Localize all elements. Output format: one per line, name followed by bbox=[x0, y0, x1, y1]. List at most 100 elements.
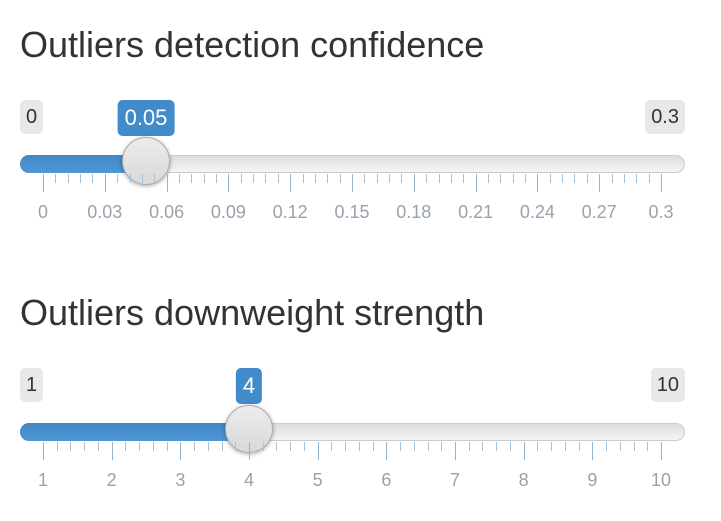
major-tick bbox=[455, 442, 456, 460]
tick-label: 0.18 bbox=[396, 202, 432, 222]
minor-tick bbox=[537, 442, 539, 451]
minor-tick bbox=[496, 442, 498, 451]
major-tick bbox=[249, 442, 250, 460]
minor-tick bbox=[265, 174, 267, 183]
tick-label: 4 bbox=[243, 470, 255, 490]
major-tick bbox=[661, 442, 662, 460]
major-tick bbox=[111, 442, 113, 460]
minor-tick bbox=[564, 442, 566, 451]
major-tick bbox=[180, 442, 182, 460]
minor-tick bbox=[400, 442, 402, 451]
minor-tick bbox=[401, 174, 403, 183]
minor-tick bbox=[574, 174, 576, 183]
minor-tick bbox=[303, 442, 305, 451]
minor-tick bbox=[551, 442, 553, 451]
minor-tick bbox=[413, 442, 415, 451]
minor-tick bbox=[55, 174, 57, 183]
minor-tick bbox=[606, 442, 608, 451]
minor-tick bbox=[427, 442, 429, 451]
minor-tick bbox=[331, 442, 333, 451]
minor-tick bbox=[203, 174, 205, 183]
major-tick bbox=[166, 174, 168, 192]
major-tick bbox=[661, 174, 662, 192]
minor-tick bbox=[276, 442, 278, 451]
minor-tick bbox=[611, 174, 613, 183]
major-tick bbox=[352, 174, 353, 192]
tick-label: 9 bbox=[587, 470, 598, 490]
minor-tick bbox=[339, 174, 341, 183]
major-tick bbox=[537, 174, 539, 192]
minor-tick bbox=[578, 442, 580, 451]
minor-tick bbox=[216, 174, 218, 183]
minor-tick bbox=[154, 174, 156, 183]
tick-label: 0.27 bbox=[581, 202, 617, 222]
minor-tick bbox=[647, 442, 649, 451]
major-tick bbox=[43, 442, 44, 460]
minor-tick bbox=[633, 442, 635, 451]
minor-tick bbox=[345, 442, 347, 451]
major-tick bbox=[43, 174, 44, 192]
slider-title: Outliers downweight strength bbox=[20, 292, 485, 333]
minor-tick bbox=[117, 174, 119, 183]
slider-min-label: 0 bbox=[20, 100, 44, 134]
major-tick bbox=[104, 174, 106, 192]
major-tick bbox=[523, 442, 525, 460]
minor-tick bbox=[141, 174, 143, 183]
tick-label: 7 bbox=[449, 470, 461, 490]
slider-value-label: 0.05 bbox=[117, 100, 175, 136]
major-tick bbox=[592, 442, 594, 460]
tick-label: 2 bbox=[106, 470, 117, 490]
minor-tick bbox=[253, 174, 255, 183]
tick-label: 0.21 bbox=[458, 202, 494, 222]
minor-tick bbox=[482, 442, 484, 451]
minor-tick bbox=[441, 442, 443, 451]
minor-tick bbox=[277, 174, 279, 183]
minor-tick bbox=[636, 174, 638, 183]
tick-label: 6 bbox=[381, 470, 392, 490]
major-tick bbox=[228, 174, 230, 192]
minor-tick bbox=[191, 174, 193, 183]
slider-min-label: 1 bbox=[20, 368, 44, 402]
minor-tick bbox=[207, 442, 209, 451]
tick-label: 1 bbox=[37, 470, 49, 490]
minor-tick bbox=[221, 442, 223, 451]
minor-tick bbox=[468, 442, 470, 451]
slider-max-label: 10 bbox=[650, 368, 685, 402]
tick-label: 0.03 bbox=[87, 202, 123, 222]
minor-tick bbox=[166, 442, 168, 451]
minor-tick bbox=[80, 174, 82, 183]
minor-tick bbox=[56, 442, 58, 451]
major-tick bbox=[475, 174, 477, 192]
minor-tick bbox=[389, 174, 391, 183]
minor-tick bbox=[240, 174, 242, 183]
minor-tick bbox=[290, 442, 292, 451]
minor-tick bbox=[364, 174, 366, 183]
minor-tick bbox=[235, 442, 237, 451]
slider-max-label: 0.3 bbox=[645, 100, 685, 134]
minor-tick bbox=[586, 174, 588, 183]
minor-tick bbox=[487, 174, 489, 183]
slider-value-label: 4 bbox=[235, 368, 263, 404]
tick-label: 0.3 bbox=[648, 202, 674, 222]
minor-tick bbox=[194, 442, 196, 451]
tick-label: 0 bbox=[37, 202, 49, 222]
tick-label: 0.24 bbox=[519, 202, 555, 222]
slider-title: Outliers detection confidence bbox=[20, 24, 485, 65]
minor-tick bbox=[97, 442, 99, 451]
tick-label: 0.06 bbox=[149, 202, 185, 222]
major-tick bbox=[290, 174, 292, 192]
tick-label: 0.09 bbox=[210, 202, 246, 222]
minor-tick bbox=[549, 174, 551, 183]
minor-tick bbox=[438, 174, 440, 183]
tick-label: 10 bbox=[650, 470, 672, 490]
minor-tick bbox=[178, 174, 180, 183]
major-tick bbox=[599, 174, 601, 192]
minor-tick bbox=[84, 442, 86, 451]
major-tick bbox=[386, 442, 388, 460]
minor-tick bbox=[302, 174, 304, 183]
minor-tick bbox=[129, 174, 131, 183]
tick-label: 5 bbox=[312, 470, 323, 490]
minor-tick bbox=[500, 174, 502, 183]
minor-tick bbox=[358, 442, 360, 451]
minor-tick bbox=[70, 442, 72, 451]
